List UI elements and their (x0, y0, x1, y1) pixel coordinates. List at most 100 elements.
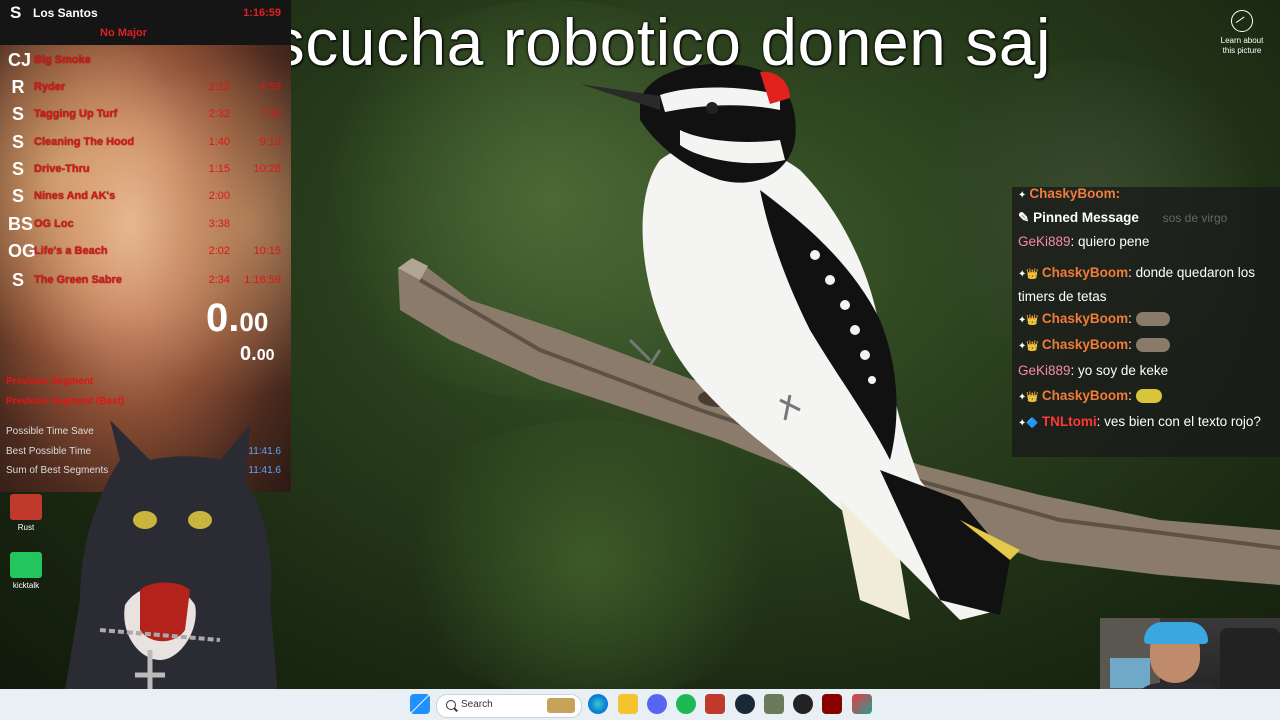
search-highlight-icon (547, 698, 575, 713)
split-row: S Tagging Up Turf 2:32 7:32 (0, 101, 291, 128)
rust-icon (10, 494, 42, 520)
pin-icon: ✎ (1018, 210, 1030, 225)
app-icon[interactable] (764, 694, 784, 714)
split-row-icon: S (11, 159, 24, 179)
split-row: S Drive-Thru 1:15 10:28 (0, 156, 291, 183)
split-delta: 2:32 (208, 108, 230, 120)
split-delta: 2:12 (208, 81, 230, 93)
split-row: S Nines And AK's 2:00 (0, 183, 291, 210)
splits-header-time: 1:16:59 (243, 7, 281, 19)
app-icon-2[interactable] (852, 694, 872, 714)
badge-icon: ✦👑 (1018, 392, 1039, 403)
split-delta: 2:34 (208, 274, 230, 286)
main-timer-value: 0. (206, 296, 240, 340)
search-icon (446, 700, 456, 710)
chat-username: ChaskyBoom (1041, 311, 1129, 326)
chat-message: ✦👑 ChaskyBoom: (1018, 308, 1276, 332)
taskbar-search[interactable]: Search (436, 694, 582, 718)
pinned-label: Pinned Message (1033, 210, 1139, 225)
split-row: CJ Big Smoke (0, 47, 291, 74)
badge-icon: ✦ (1018, 190, 1027, 201)
chat-text: : (1128, 311, 1132, 326)
chat-username: ChaskyBoom: (1029, 186, 1121, 201)
split-row: R Ryder 2:12 4:59 (0, 74, 291, 101)
split-row-icon: CJ (8, 50, 32, 70)
search-placeholder: Search (461, 699, 493, 710)
split-row: S The Green Sabre 2:34 1:16:59 (0, 267, 291, 294)
chat-username: ChaskyBoom (1041, 265, 1129, 280)
chat-text: : (1128, 388, 1132, 403)
chat-username: ChaskyBoom (1041, 388, 1129, 403)
camera-info-icon (1231, 10, 1253, 32)
segment-timer: 0.00 (240, 343, 274, 366)
chat-message: ✦👑 ChaskyBoom: donde quedaron los timers … (1018, 262, 1276, 308)
chat-message: ✦👑 ChaskyBoom: (1018, 385, 1276, 409)
badge-icon: ✦👑 (1018, 269, 1039, 280)
splits-game-title: Los Santos (33, 6, 98, 20)
split-name: Drive-Thru (34, 163, 90, 175)
file-explorer-icon[interactable] (618, 694, 638, 714)
chat-username: GeKi889 (1018, 234, 1071, 249)
split-delta: 1:15 (208, 163, 230, 175)
chat-text: : ves bien con el texto rojo? (1096, 414, 1261, 429)
chat-message: GeKi889: yo soy de keke (1018, 360, 1276, 382)
split-row: OG Life's a Beach 2:02 10:15 (0, 238, 291, 265)
chat-overlay: ✦ ChaskyBoom: ✎ Pinned Message sos de vir… (1012, 186, 1280, 457)
chat-message: ✦ ChaskyBoom: (1018, 183, 1276, 207)
voicemeeter-icon[interactable] (705, 694, 725, 714)
split-row-icon: S (11, 132, 24, 152)
emote-icon (1135, 338, 1170, 353)
main-timer-fraction: 00 (239, 307, 269, 337)
kicktalk-icon (10, 552, 42, 578)
split-name: The Green Sabre (34, 274, 123, 286)
split-delta: 3:38 (208, 218, 230, 230)
split-name: Life's a Beach (34, 245, 108, 257)
spotify-icon[interactable] (676, 694, 696, 714)
split-time: 7:32 (259, 108, 281, 120)
windows-start-icon[interactable] (410, 694, 430, 714)
split-row: S Cleaning The Hood 1:40 9:13 (0, 129, 291, 156)
previous-segment-label: Previous Segment (6, 376, 94, 387)
split-delta: 1:40 (208, 136, 230, 148)
split-row-icon: OG (8, 241, 37, 261)
pinned-ghost-text: sos de virgo (1162, 211, 1228, 225)
chat-username: TNLtomi (1041, 414, 1097, 429)
chat-message: ✦👑 ChaskyBoom: (1018, 334, 1276, 358)
learn-about-picture[interactable]: Learn about this picture (1212, 8, 1272, 56)
steam-icon[interactable] (735, 694, 755, 714)
badge-icon: ✦🔷 (1018, 418, 1039, 429)
emote-icon (1135, 312, 1170, 327)
taskbar (0, 689, 1280, 720)
badge-icon: ✦👑 (1018, 315, 1039, 326)
discord-icon[interactable] (647, 694, 667, 714)
cat-avatar (60, 420, 280, 720)
split-name: Tagging Up Turf (34, 108, 118, 120)
split-name: Nines And AK's (34, 190, 116, 202)
chat-text: : (1128, 337, 1132, 352)
learn-about-line1: Learn about (1220, 36, 1264, 45)
split-time: 9:13 (259, 136, 281, 148)
split-row-icon: S (11, 186, 24, 206)
obs-icon[interactable] (793, 694, 813, 714)
split-row-icon: BS (8, 214, 34, 234)
split-name: Cleaning The Hood (34, 136, 135, 148)
main-timer: 0.00 (206, 296, 268, 341)
badge-icon: ✦👑 (1018, 341, 1039, 352)
split-time: 10:15 (253, 245, 281, 257)
split-time: 4:59 (259, 81, 281, 93)
split-row-icon: R (11, 77, 25, 97)
splits-category: No Major (100, 27, 148, 39)
chat-text: : yo soy de keke (1070, 363, 1169, 378)
split-time: 10:28 (253, 163, 281, 175)
segment-timer-value: 0. (240, 343, 257, 365)
split-name: Ryder (34, 81, 66, 93)
split-name: OG Loc (34, 218, 74, 230)
split-row: BS OG Loc 3:38 (0, 211, 291, 238)
split-row-icon: S (11, 270, 24, 290)
edge-icon[interactable] (588, 694, 608, 714)
chat-message: ✦🔷 TNLtomi: ves bien con el texto rojo? (1018, 411, 1276, 435)
chat-username: GeKi889 (1018, 363, 1071, 378)
valorant-icon[interactable] (822, 694, 842, 714)
pinned-message[interactable]: ✎ Pinned Message sos de virgo (1018, 207, 1276, 229)
split-icon: S (10, 3, 22, 22)
